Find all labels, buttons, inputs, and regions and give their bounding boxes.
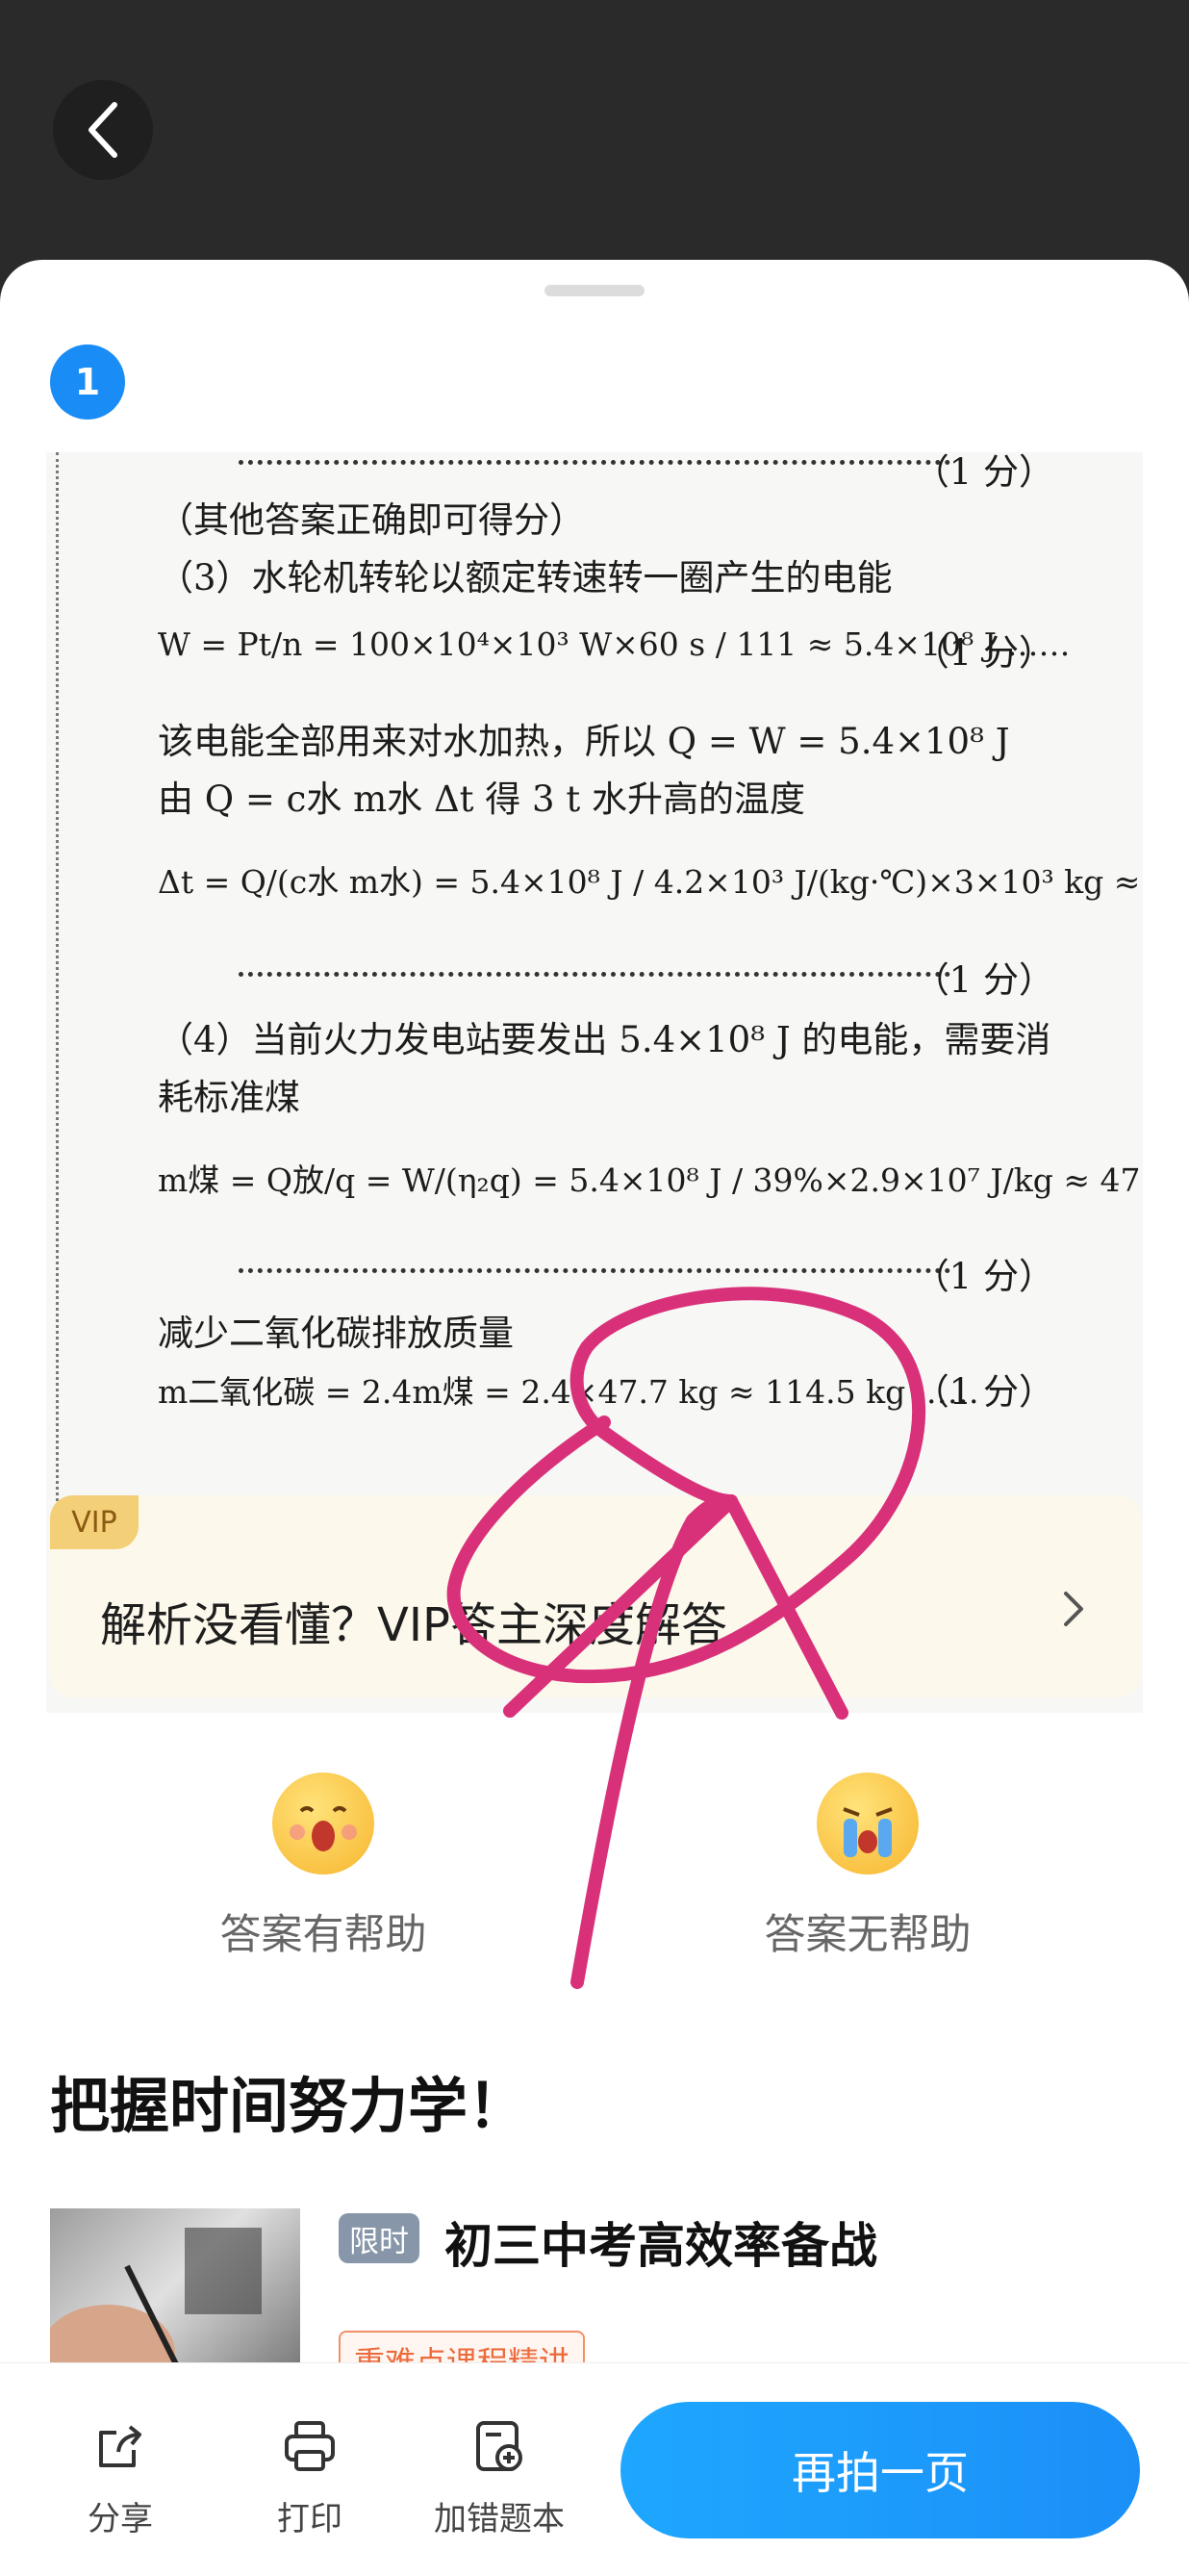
section-title: 把握时间努力学！ <box>50 2071 528 2141</box>
score-label: （1 分） <box>913 632 1054 674</box>
answer-line: m煤 = Q放/q = W/(η₂q) = 5.4×10⁸ J / 39%×2.… <box>158 1161 1143 1199</box>
margin-line <box>56 452 59 1674</box>
print-label: 打印 <box>277 2500 342 2538</box>
feedback-not-helpful-label: 答案无帮助 <box>764 1911 972 1959</box>
share-button[interactable]: 分享 <box>53 2417 188 2539</box>
add-mistake-label: 加错题本 <box>434 2500 565 2538</box>
drag-handle[interactable] <box>544 285 645 296</box>
dotted-leader <box>239 972 950 977</box>
score-label: （1 分） <box>913 1371 1054 1413</box>
vip-tag: VIP <box>50 1495 139 1549</box>
print-icon <box>285 2421 335 2471</box>
answer-line: 减少二氧化碳排放质量 <box>158 1313 514 1354</box>
retake-page-button[interactable]: 再拍一页 <box>620 2402 1140 2538</box>
share-icon <box>99 2425 141 2467</box>
score-label: （1 分） <box>913 452 1054 493</box>
share-label: 分享 <box>88 2500 153 2538</box>
top-bar <box>0 0 1189 226</box>
question-number-badge: 1 <box>50 344 125 420</box>
feedback-not-helpful[interactable]: 答案无帮助 <box>723 1773 1012 1961</box>
feedback-helpful[interactable]: 答案有帮助 <box>179 1773 468 1961</box>
feedback-helpful-label: 答案有帮助 <box>219 1911 427 1959</box>
vip-text: 解析没看懂？VIP答主深度解答 <box>100 1598 727 1652</box>
score-label: （1 分） <box>913 1256 1054 1297</box>
happy-face-icon <box>272 1773 374 1875</box>
back-arrow-icon <box>89 102 117 158</box>
answer-line: 该电能全部用来对水加热，所以 Q = W = 5.4×10⁸ J <box>158 721 1010 762</box>
answer-line: （3）水轮机转轮以额定转速转一圈产生的电能 <box>158 557 893 599</box>
dotted-leader <box>239 460 950 465</box>
back-button[interactable] <box>53 80 153 180</box>
vip-explanation-card[interactable]: VIP 解析没看懂？VIP答主深度解答 <box>50 1495 1141 1697</box>
course-limited-tag: 限时 <box>339 2213 419 2263</box>
answer-line: Δt = Q/(c水 m水) = 5.4×10⁸ J / 4.2×10³ J/(… <box>158 863 1143 901</box>
add-mistake-icon <box>476 2421 522 2471</box>
print-button[interactable]: 打印 <box>242 2417 377 2539</box>
chevron-right-icon <box>1064 1592 1083 1626</box>
answer-line: m二氧化碳 = 2.4m煤 = 2.4×47.7 kg ≈ 114.5 kg …… <box>158 1373 979 1411</box>
bottom-toolbar: 分享 打印 加错题本 再拍一页 <box>0 2362 1189 2576</box>
answer-sheet: 1 （1 分） （其他答案正确即可得分） （3）水轮机转轮以额定转速转一圈产生的… <box>0 260 1189 2575</box>
answer-line: （其他答案正确即可得分） <box>158 499 585 541</box>
score-label: （1 分） <box>913 959 1054 1001</box>
answer-line: 耗标准煤 <box>158 1077 300 1118</box>
course-title[interactable]: 初三中考高效率备战 <box>444 2207 877 2277</box>
dotted-leader <box>239 1268 950 1273</box>
answer-line: （4）当前火力发电站要发出 5.4×10⁸ J 的电能，需要消 <box>158 1019 1051 1060</box>
answer-line: 由 Q = c水 m水 Δt 得 3 t 水升高的温度 <box>158 778 805 820</box>
crying-face-icon <box>817 1773 919 1875</box>
add-mistake-button[interactable]: 加错题本 <box>432 2417 567 2539</box>
